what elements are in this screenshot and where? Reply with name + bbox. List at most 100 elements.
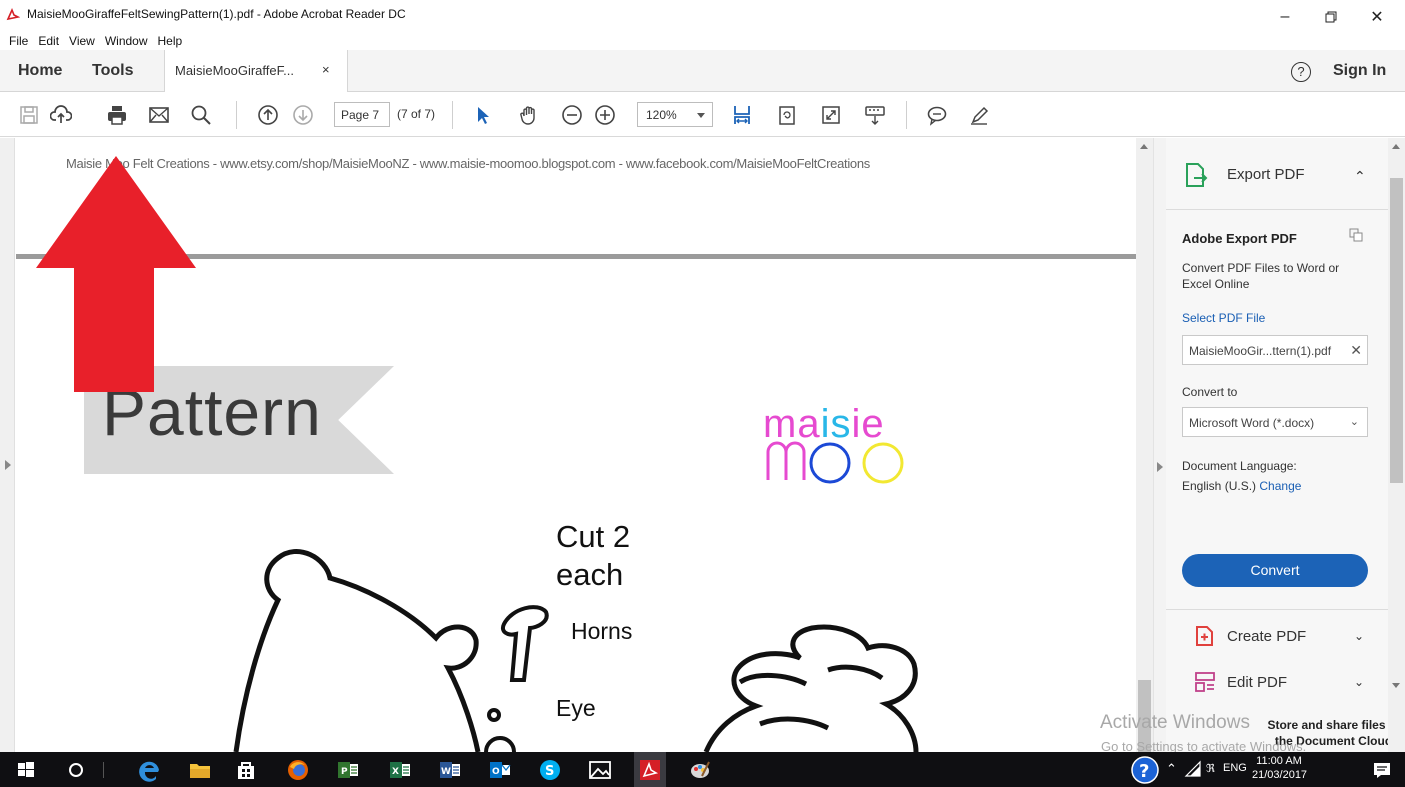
save-icon[interactable] [18,104,40,126]
notifications-icon[interactable] [1372,760,1392,780]
scroll-down-icon[interactable] [1392,683,1400,688]
tab-tools[interactable]: Tools [92,62,133,80]
skype-icon[interactable]: S [538,758,562,782]
window-title: MaisieMooGiraffeFeltSewingPattern(1).pdf… [27,7,406,21]
left-nav-pane[interactable] [0,138,15,752]
minimize-button[interactable]: – [1262,2,1308,32]
svg-text:P: P [341,767,348,777]
acrobat-taskbar-button[interactable] [634,752,666,787]
edit-pdf-tool[interactable]: Edit PDF ⌄ [1166,663,1388,703]
firefox-icon[interactable] [286,758,310,782]
acrobat-icon [6,7,20,21]
scroll-thumb[interactable] [1390,178,1403,483]
store-icon[interactable] [234,758,258,782]
tab-close-icon[interactable]: × [322,62,330,77]
chevron-down-icon: ⌄ [1349,416,1359,428]
create-pdf-tool[interactable]: Create PDF ⌄ [1166,617,1388,657]
select-pdf-file-link[interactable]: Select PDF File [1182,311,1265,325]
project-icon[interactable]: P [336,758,360,782]
convert-button[interactable]: Convert [1182,554,1368,587]
scroll-up-icon[interactable] [1392,144,1400,149]
hand-tool-icon[interactable] [518,104,540,126]
zoom-out-icon[interactable] [561,104,583,126]
clock[interactable]: 11:00 AM 21/03/2017 [1252,754,1307,782]
scroll-up-icon[interactable] [1140,144,1148,149]
menu-window[interactable]: Window [105,33,148,49]
close-window-button[interactable]: ✕ [1354,2,1400,32]
tab-bar: Home Tools MaisieMooGiraffeF... × ? Sign… [0,50,1405,92]
expand-left-icon[interactable] [5,460,11,470]
restore-icon [1325,11,1337,23]
full-screen-icon[interactable] [820,104,842,126]
zoom-value: 120% [646,108,677,122]
export-pdf-header[interactable]: Export PDF ⌃ [1166,138,1388,210]
cut-line-2: each [556,557,624,592]
tools-pane: Export PDF ⌃ Adobe Export PDF Convert PD… [1166,138,1405,752]
windows-start-icon[interactable] [14,758,38,782]
pen-icon[interactable] [968,104,990,126]
export-section-title: Adobe Export PDF [1182,231,1297,246]
photos-icon[interactable] [588,758,612,782]
print-icon[interactable] [106,104,128,126]
eye-label: Eye [556,695,596,721]
email-icon[interactable] [148,104,170,126]
page-number-input[interactable]: Page 7 [334,102,390,127]
title-bar: MaisieMooGiraffeFeltSewingPattern(1).pdf… [0,0,1405,33]
create-pdf-label: Create PDF [1227,628,1307,645]
rotate-page-icon[interactable] [776,104,798,126]
menu-edit[interactable]: Edit [38,33,59,49]
chevron-down-icon: ⌄ [1354,675,1365,689]
outlook-icon[interactable]: O [488,758,512,782]
page-count: (7 of 7) [397,107,436,121]
toolbar-divider [236,101,237,129]
export-description: Convert PDF Files to Word or Excel Onlin… [1182,261,1340,291]
wifi-icon[interactable] [1184,760,1202,778]
next-page-icon[interactable] [292,104,314,126]
file-explorer-icon[interactable] [188,758,212,782]
convert-format-select[interactable]: Microsoft Word (*.docx) ⌄ [1182,407,1368,437]
panel-scrollbar[interactable] [1388,138,1405,752]
document-viewer[interactable]: Maisie Moo Felt Creations - www.etsy.com… [0,138,1166,752]
change-language-link[interactable]: Change [1259,479,1301,493]
help-icon[interactable]: ? [1291,62,1311,82]
input-method-icon[interactable]: ℜ [1206,762,1215,775]
tab-document[interactable]: MaisieMooGiraffeF... × [164,50,348,92]
select-cursor-icon[interactable] [472,104,494,126]
comment-icon[interactable] [926,104,948,126]
previous-page-icon[interactable] [257,104,279,126]
horns-label: Horns [571,618,633,644]
menu-file[interactable]: File [9,33,28,49]
excel-icon[interactable]: X [388,758,412,782]
zoom-in-icon[interactable] [594,104,616,126]
copy-icon[interactable] [1349,228,1363,242]
menu-view[interactable]: View [69,33,95,49]
word-icon[interactable]: W [438,758,462,782]
collapse-right-icon[interactable] [1157,462,1163,472]
svg-text:O: O [492,767,500,777]
clear-file-icon[interactable]: ✕ [1350,342,1362,359]
tab-home[interactable]: Home [18,62,62,80]
chevron-up-icon[interactable]: ⌃ [1354,168,1366,185]
paint-icon[interactable] [688,758,712,782]
acrobat-icon [640,760,660,780]
selected-file-field[interactable]: MaisieMooGir...ttern(1).pdf ✕ [1182,335,1368,365]
tray-overflow-icon[interactable]: ⌃ [1166,761,1177,777]
cortana-search-icon[interactable] [64,758,88,782]
panel-divider [1166,609,1388,610]
help-tray-icon[interactable]: ? [1131,756,1159,784]
sign-in-button[interactable]: Sign In [1333,62,1386,80]
restore-button[interactable] [1308,2,1354,32]
keyboard-scroll-icon[interactable] [864,104,886,126]
language-indicator[interactable]: ENG [1223,762,1247,774]
zoom-dropdown[interactable]: 120% [637,102,713,127]
convert-to-label: Convert to [1182,385,1238,399]
cut-instruction: Cut 2 each [556,518,630,594]
menu-help[interactable]: Help [158,33,183,49]
document-scrollbar[interactable] [1136,138,1153,752]
upload-cloud-icon[interactable] [49,104,73,126]
edge-browser-icon[interactable] [138,758,162,782]
search-icon[interactable] [190,104,212,126]
language-label: Document Language: [1182,459,1297,473]
fit-width-icon[interactable] [731,104,753,126]
right-pane-toggle[interactable] [1153,138,1166,752]
